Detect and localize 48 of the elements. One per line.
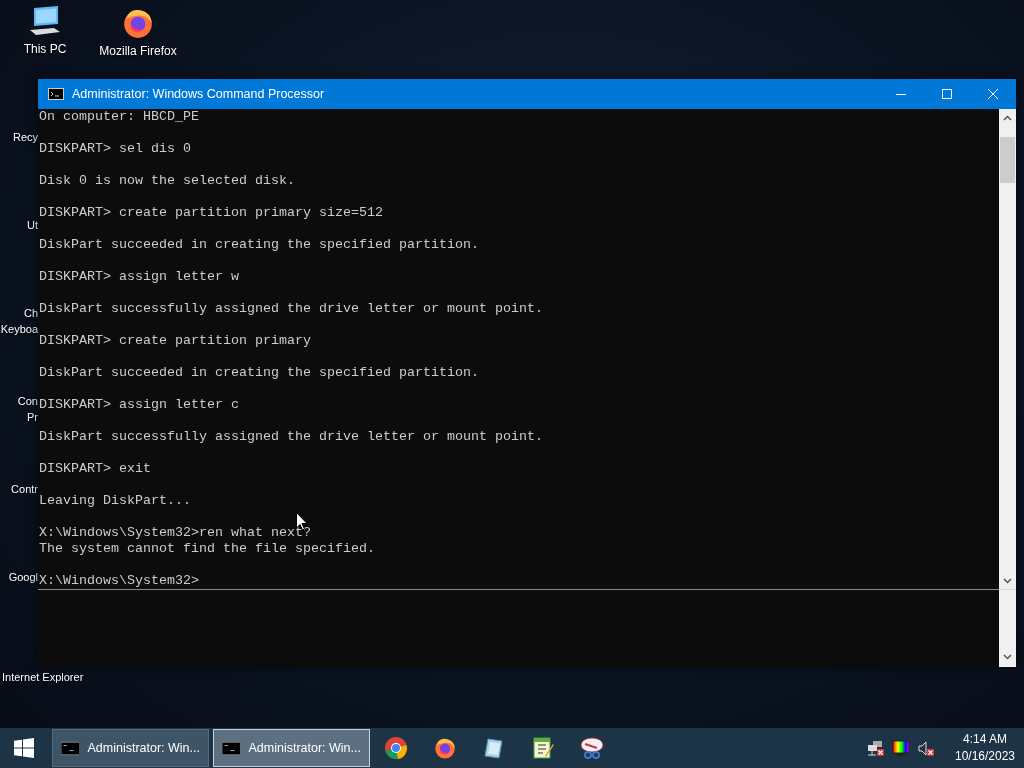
scissors-icon[interactable] [578, 736, 605, 760]
desktop-icon-label[interactable]: Internet Explorer [2, 669, 84, 685]
maximize-icon [941, 88, 953, 100]
taskbar-window-button[interactable]: Administrator: Win... [52, 729, 209, 767]
console-icon [48, 88, 64, 100]
console-line: DiskPart succeeded in creating the specified partition. [39, 365, 479, 381]
desktop-icon-label[interactable]: This PC [23, 42, 67, 56]
console-line: X:\Windows\System32> [39, 573, 199, 589]
desktop-icon-label[interactable]: Recy [12, 129, 38, 145]
desktop-icon-label[interactable]: Mozilla Firefox [99, 44, 177, 58]
clock-time[interactable]: 4:14 AM [963, 731, 1007, 748]
chrome-icon[interactable] [383, 736, 408, 760]
console-line: Leaving DiskPart... [39, 493, 191, 509]
scrollbar-thumb[interactable] [1000, 137, 1015, 183]
console-icon [61, 740, 80, 756]
desktop-icon-label[interactable]: Pr [27, 409, 38, 425]
console-line: X:\Windows\System32>ren what next? [39, 525, 311, 541]
console-line: DiskPart successfully assigned the drive letter or mount point. [39, 429, 543, 445]
console-line: DISKPART> assign letter w [39, 269, 239, 285]
console-line: On computer: HBCD_PE [39, 109, 199, 125]
desktop-icon-label[interactable]: Ut [27, 217, 38, 233]
console-line: Disk 0 is now the selected disk. [39, 173, 295, 189]
console-line: DISKPART> sel dis 0 [39, 141, 191, 157]
console-line: The system cannot find the file specified. [39, 541, 375, 557]
console-line: DiskPart succeeded in creating the specified partition. [39, 237, 479, 253]
display-icon[interactable] [892, 739, 910, 757]
network-icon[interactable] [867, 739, 885, 757]
computer-icon[interactable] [28, 6, 62, 38]
close-icon [987, 88, 999, 100]
clock-date[interactable]: 10/16/2023 [954, 748, 1016, 765]
notepad-icon[interactable] [481, 736, 506, 760]
console-line: DISKPART> exit [39, 461, 151, 477]
desktop-icon-label[interactable]: Contr [11, 481, 38, 497]
console-line: DISKPART> create partition primary size=512 [39, 205, 383, 221]
window-title: Administrator: Windows Command Processor [72, 87, 326, 101]
firefox-icon[interactable] [432, 736, 457, 760]
notepad-icon[interactable] [530, 736, 555, 760]
console-line: DISKPART> assign letter c [39, 397, 239, 413]
speaker-icon[interactable] [917, 739, 935, 757]
desktop-icon-label[interactable]: Googl [8, 569, 38, 585]
console-line: DISKPART> create partition primary [39, 333, 311, 349]
desktop-icon-label[interactable]: Keyboa [0, 321, 38, 337]
console-line: DiskPart successfully assigned the drive letter or mount point. [39, 301, 543, 317]
console-icon [222, 740, 241, 756]
taskbar-window-button[interactable]: Administrator: Win... [213, 729, 370, 767]
desktop-icon-label[interactable]: Con [17, 393, 38, 409]
desktop-icon-label[interactable]: Ch [23, 305, 38, 321]
windows-logo-icon [14, 738, 34, 758]
